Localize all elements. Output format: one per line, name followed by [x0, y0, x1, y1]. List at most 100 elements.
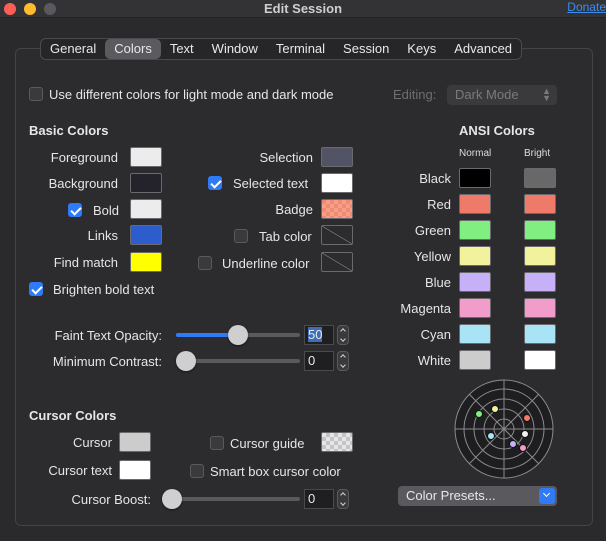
faint-opacity-input[interactable]: 50 [304, 325, 334, 345]
faint-opacity-knob[interactable] [228, 325, 248, 345]
different-colors-label: Use different colors for light mode and … [49, 87, 334, 102]
cursor-boost-slider[interactable] [162, 497, 300, 501]
ansi-green-label: Green [414, 223, 451, 238]
tab-colors[interactable]: Colors [105, 39, 161, 59]
color-wheel-point [491, 405, 499, 413]
ansi-black-bright-color-well[interactable] [524, 168, 556, 188]
cursor-guide-checkbox[interactable] [210, 436, 224, 450]
color-wheel-point [487, 432, 495, 440]
donate-link[interactable]: Donate [567, 0, 606, 14]
basic-colors-heading: Basic Colors [29, 123, 109, 138]
ansi-magenta-label: Magenta [400, 301, 451, 316]
tab-color-label: Tab color [259, 229, 312, 244]
selected-text-label: Selected text [233, 176, 309, 191]
chevron-down-icon [539, 488, 555, 504]
minimum-contrast-input[interactable]: 0 [304, 351, 334, 371]
ansi-blue-bright-color-well[interactable] [524, 272, 556, 292]
color-wheel-point [523, 414, 531, 422]
ansi-black-normal-color-well[interactable] [459, 168, 491, 188]
links-color-well[interactable] [130, 225, 162, 245]
underline-color-label: Underline color [222, 256, 310, 271]
cursor-text-label: Cursor text [48, 463, 112, 478]
cursor-guide-label: Cursor guide [230, 436, 305, 451]
ansi-green-normal-color-well[interactable] [459, 220, 491, 240]
ansi-blue-normal-color-well[interactable] [459, 272, 491, 292]
smart-box-checkbox[interactable] [190, 464, 204, 478]
faint-opacity-label: Faint Text Opacity: [54, 328, 162, 343]
window-title: Edit Session [263, 1, 343, 16]
ansi-blue-label: Blue [424, 275, 451, 290]
ansi-magenta-normal-color-well[interactable] [459, 298, 491, 318]
different-colors-checkbox[interactable] [29, 87, 43, 101]
ansi-red-bright-color-well[interactable] [524, 194, 556, 214]
tab-session[interactable]: Session [334, 39, 398, 59]
links-label: Links [87, 228, 118, 243]
underline-color-well[interactable] [321, 252, 353, 272]
tab-advanced[interactable]: Advanced [445, 39, 521, 59]
ansi-white-normal-color-well[interactable] [459, 350, 491, 370]
color-wheel-graphic [454, 379, 554, 479]
bold-label: Bold [93, 203, 120, 218]
faint-opacity-stepper[interactable] [337, 325, 349, 345]
color-wheel-point [521, 430, 529, 438]
brighten-bold-label: Brighten bold text [53, 282, 155, 297]
bold-checkbox[interactable] [68, 203, 82, 217]
brighten-bold-checkbox[interactable] [29, 282, 43, 296]
ansi-cyan-label: Cyan [420, 327, 451, 342]
cursor-boost-label: Cursor Boost: [71, 492, 151, 507]
background-color-well[interactable] [130, 173, 162, 193]
cursor-guide-color-well[interactable] [321, 432, 353, 452]
cursor-boost-knob[interactable] [162, 489, 182, 509]
cursor-color-well[interactable] [119, 432, 151, 452]
editing-mode-select[interactable]: Dark Mode ▲ ▼ [447, 85, 557, 105]
color-wheel[interactable] [453, 378, 555, 480]
ansi-red-label: Red [427, 197, 451, 212]
foreground-color-well[interactable] [130, 147, 162, 167]
color-wheel-point [509, 440, 517, 448]
ansi-white-bright-color-well[interactable] [524, 350, 556, 370]
ansi-cyan-bright-color-well[interactable] [524, 324, 556, 344]
ansi-yellow-normal-color-well[interactable] [459, 246, 491, 266]
tab-color-well[interactable] [321, 225, 353, 245]
selected-text-color-well[interactable] [321, 173, 353, 193]
badge-color-well[interactable] [321, 199, 353, 219]
ansi-cyan-normal-color-well[interactable] [459, 324, 491, 344]
color-presets-label: Color Presets... [406, 488, 496, 503]
color-wheel-point [519, 444, 527, 452]
chevron-up-down-icon: ▲ ▼ [542, 86, 551, 103]
minimum-contrast-knob[interactable] [176, 351, 196, 371]
color-wheel-point [475, 410, 483, 418]
tab-keys[interactable]: Keys [398, 39, 445, 59]
color-presets-button[interactable]: Color Presets... [398, 486, 557, 506]
ansi-magenta-bright-color-well[interactable] [524, 298, 556, 318]
badge-label: Badge [275, 202, 313, 217]
ansi-green-bright-color-well[interactable] [524, 220, 556, 240]
cursor-boost-stepper[interactable] [337, 489, 349, 509]
editing-mode-value: Dark Mode [455, 87, 519, 102]
cursor-text-color-well[interactable] [119, 460, 151, 480]
tab-text[interactable]: Text [161, 39, 203, 59]
minimum-contrast-stepper[interactable] [337, 351, 349, 371]
cursor-colors-heading: Cursor Colors [29, 408, 117, 423]
bright-column-label: Bright [524, 148, 551, 159]
selection-label: Selection [259, 150, 313, 165]
selected-text-checkbox[interactable] [208, 176, 222, 190]
ansi-yellow-bright-color-well[interactable] [524, 246, 556, 266]
foreground-label: Foreground [50, 150, 118, 165]
ansi-black-label: Black [419, 171, 451, 186]
bold-color-well[interactable] [130, 199, 162, 219]
ansi-yellow-label: Yellow [413, 249, 451, 264]
tab-terminal[interactable]: Terminal [267, 39, 334, 59]
underline-color-checkbox[interactable] [198, 256, 212, 270]
tab-general[interactable]: General [41, 39, 105, 59]
tab-color-checkbox[interactable] [234, 229, 248, 243]
ansi-red-normal-color-well[interactable] [459, 194, 491, 214]
cursor-label: Cursor [72, 435, 112, 450]
editing-label: Editing: [393, 87, 437, 102]
find-match-color-well[interactable] [130, 252, 162, 272]
selection-color-well[interactable] [321, 147, 353, 167]
tab-bar: General Colors Text Window Terminal Session Ke… [40, 38, 523, 60]
tab-window[interactable]: Window [203, 39, 267, 59]
normal-column-label: Normal [459, 148, 492, 159]
cursor-boost-input[interactable]: 0 [304, 489, 334, 509]
